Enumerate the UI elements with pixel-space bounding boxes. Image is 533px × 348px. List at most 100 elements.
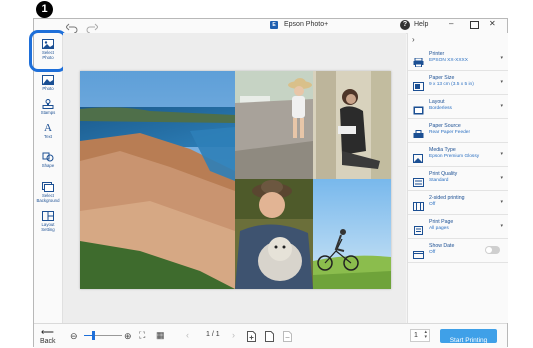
collapse-panel-chevron-icon[interactable]: › xyxy=(412,35,415,44)
tool-label: Text xyxy=(44,134,52,139)
chevron-down-icon: ▾ xyxy=(500,103,503,109)
setting-title: Layout xyxy=(429,99,445,105)
delete-page-icon[interactable] xyxy=(283,329,292,347)
tool-shape[interactable]: Shape xyxy=(34,152,62,168)
bottom-toolbar: ⟵ Back ⊖ ⊕ ⛶ ▦ ‹ 1 / 1 › 1 ▴ ▾ Start Prin… xyxy=(34,323,507,348)
maximize-button[interactable] xyxy=(470,21,479,29)
setting-value: Standard xyxy=(429,178,449,183)
setting-two-sided-printing[interactable]: 2-sided printing Off ▾ xyxy=(408,191,508,215)
tool-photo[interactable]: Photo xyxy=(34,75,62,91)
setting-media-type[interactable]: Media Type Epson Premium Glossy ▾ xyxy=(408,143,508,167)
copies-value: 1 xyxy=(414,332,418,339)
photo-collage xyxy=(80,71,391,289)
zoom-out-icon[interactable]: ⊖ xyxy=(70,331,78,342)
text-icon: A xyxy=(44,122,52,134)
setting-title: Media Type xyxy=(429,147,456,153)
shape-icon xyxy=(42,152,54,162)
setting-printer[interactable]: Printer EPSON XX-XXXX ▾ xyxy=(408,47,508,71)
tool-label: Background xyxy=(36,198,60,203)
photo-girl-with-hat[interactable] xyxy=(235,71,313,179)
photo-man-with-dog[interactable] xyxy=(235,179,313,289)
setting-title: Print Page xyxy=(429,219,454,225)
tool-stamps[interactable]: Stamps xyxy=(34,99,62,115)
help-label[interactable]: Help xyxy=(414,21,428,28)
setting-value: Epson Premium Glossy xyxy=(429,154,480,159)
printer-icon xyxy=(413,54,424,68)
chevron-down-icon: ▾ xyxy=(500,79,503,85)
tool-panel: Select Photo Photo Stamps A Text Shape S… xyxy=(34,33,63,323)
prev-page-icon[interactable]: ‹ xyxy=(186,330,189,340)
setting-value: Rear Paper Feeder xyxy=(429,130,471,135)
show-date-icon xyxy=(413,246,424,259)
setting-title: Paper Size xyxy=(429,75,455,81)
callout-number-badge: 1 xyxy=(36,1,53,18)
layout-icon xyxy=(413,102,424,115)
start-printing-label: Start Printing xyxy=(449,337,488,344)
next-page-icon[interactable]: › xyxy=(232,330,235,340)
print-preview-paper[interactable] xyxy=(80,71,391,289)
two-sided-icon xyxy=(413,198,424,211)
setting-title: Printer xyxy=(429,51,445,57)
setting-title: Show Date xyxy=(429,243,455,249)
setting-layout[interactable]: Layout Borderless ▾ xyxy=(408,95,508,119)
zoom-in-icon[interactable]: ⊕ xyxy=(124,331,132,342)
paper-source-icon xyxy=(413,126,424,138)
zoom-slider[interactable] xyxy=(84,331,122,340)
photo-harbor-town[interactable] xyxy=(80,71,235,289)
stamp-icon xyxy=(42,99,54,109)
add-page-icon[interactable] xyxy=(247,329,256,347)
setting-print-page[interactable]: Print Page All pages ▾ xyxy=(408,215,508,239)
app-logo-icon: E xyxy=(270,21,278,29)
grid-icon[interactable]: ▦ xyxy=(156,330,165,341)
chevron-down-icon: ▾ xyxy=(500,223,503,229)
close-button[interactable]: ✕ xyxy=(489,19,496,28)
background-icon xyxy=(42,182,54,192)
chevron-down-icon: ▾ xyxy=(500,199,503,205)
media-type-icon xyxy=(413,150,424,163)
paper-size-icon xyxy=(413,78,424,91)
photo-icon xyxy=(42,75,54,85)
tool-label: Shape xyxy=(41,163,55,168)
setting-value: Off xyxy=(429,202,436,207)
tool-label: Setting xyxy=(41,227,55,232)
layout-setting-icon xyxy=(42,211,54,221)
show-date-toggle[interactable] xyxy=(485,246,500,254)
start-printing-button[interactable]: Start Printing xyxy=(440,329,497,344)
setting-title: Paper Source xyxy=(429,123,461,129)
selection-highlight xyxy=(29,30,67,72)
tool-label: Stamps xyxy=(40,110,56,115)
print-page-icon xyxy=(413,222,424,235)
page-indicator: 1 / 1 xyxy=(206,331,220,338)
minimize-button[interactable]: – xyxy=(449,19,453,28)
setting-value: EPSON XX-XXXX xyxy=(429,58,468,63)
setting-value: Borderless xyxy=(429,106,452,111)
stepper-arrows-icon[interactable]: ▴ ▾ xyxy=(424,330,427,340)
setting-value: 9 x 13 cm (3.5 x 5 in) xyxy=(429,82,474,87)
tool-text[interactable]: A Text xyxy=(34,122,62,140)
copies-field[interactable]: 1 ▴ ▾ xyxy=(410,329,430,342)
tool-layout-setting[interactable]: Layout Setting xyxy=(34,211,62,232)
chevron-down-icon: ▾ xyxy=(500,55,503,61)
setting-paper-source[interactable]: Paper Source Rear Paper Feeder xyxy=(408,119,508,143)
tool-label: Photo xyxy=(42,86,54,91)
setting-print-quality[interactable]: Print Quality Standard ▾ xyxy=(408,167,508,191)
window-title: Epson Photo+ xyxy=(284,21,329,28)
setting-value: All pages xyxy=(429,226,449,231)
photo-woman-reading[interactable] xyxy=(313,71,391,179)
fit-screen-icon[interactable]: ⛶ xyxy=(139,330,145,341)
setting-title: 2-sided printing xyxy=(429,195,465,201)
back-button-label[interactable]: Back xyxy=(40,338,56,345)
title-bar: E Epson Photo+ ? Help – ✕ xyxy=(34,19,507,34)
tool-select-background[interactable]: Select Background xyxy=(34,182,62,203)
back-arrow-icon[interactable]: ⟵ xyxy=(41,327,54,338)
print-quality-icon xyxy=(413,174,424,187)
print-settings-panel: › Printer EPSON XX-XXXX ▾ Paper Size 9 x… xyxy=(407,33,508,323)
photo-cyclist[interactable] xyxy=(313,179,391,289)
setting-show-date: Show Date Off xyxy=(408,239,508,263)
setting-title: Print Quality xyxy=(429,171,458,177)
setting-paper-size[interactable]: Paper Size 9 x 13 cm (3.5 x 5 in) ▾ xyxy=(408,71,508,95)
chevron-down-icon: ▾ xyxy=(500,175,503,181)
duplicate-page-icon[interactable] xyxy=(265,329,274,347)
help-icon[interactable]: ? xyxy=(400,20,410,30)
chevron-down-icon: ▾ xyxy=(500,151,503,157)
